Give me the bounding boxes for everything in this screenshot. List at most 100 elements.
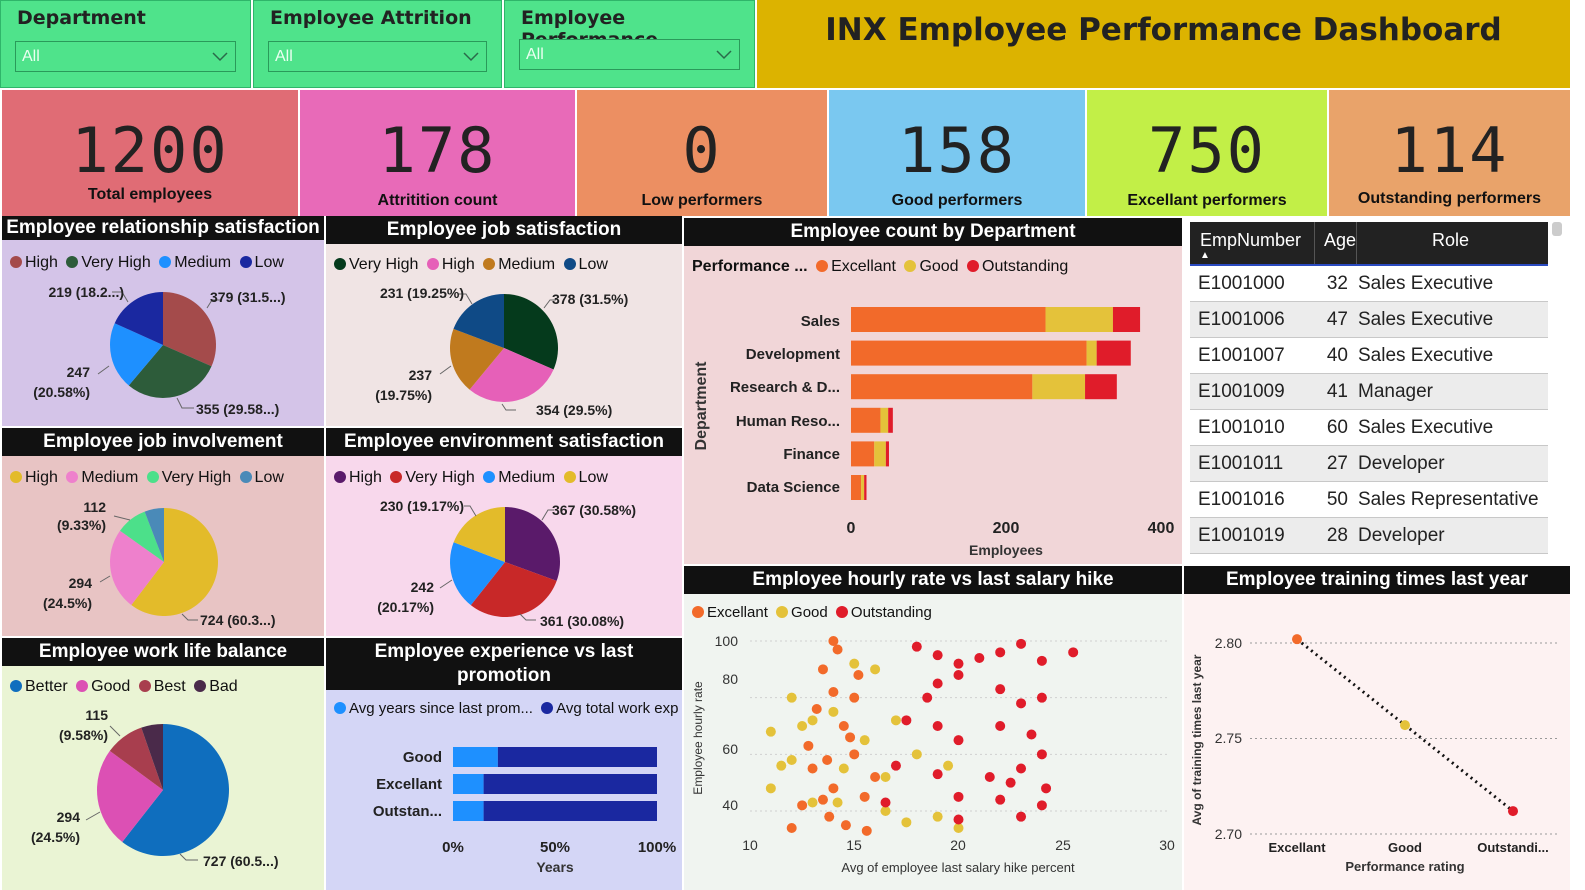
scatter-point[interactable] — [1005, 777, 1016, 788]
bar-segment[interactable] — [1085, 374, 1117, 400]
scatter-point[interactable] — [828, 687, 839, 697]
bar-segment[interactable] — [851, 307, 1046, 332]
column-header-role[interactable]: Role — [1432, 230, 1469, 251]
scatter-point[interactable] — [1036, 749, 1047, 760]
scatter-point[interactable] — [797, 800, 808, 811]
bar-segment[interactable] — [453, 774, 484, 794]
scatter-point[interactable] — [901, 817, 912, 828]
scatter-point[interactable] — [1036, 655, 1047, 666]
scatter-point[interactable] — [1041, 783, 1052, 794]
scatter-point[interactable] — [1016, 763, 1027, 774]
table-row[interactable]: E1001000 32 Sales Executive — [1190, 266, 1548, 302]
scatter-point[interactable] — [911, 641, 922, 652]
table-scrollbar[interactable] — [1552, 222, 1562, 236]
attrition-dropdown[interactable]: All — [268, 41, 487, 72]
scatter-point[interactable] — [822, 755, 833, 765]
scatter-point[interactable] — [838, 763, 849, 774]
scatter-point[interactable] — [817, 664, 828, 675]
bar-segment[interactable] — [851, 441, 875, 467]
scatter-point[interactable] — [1036, 692, 1047, 703]
scatter-point[interactable] — [859, 735, 870, 746]
scatter-point[interactable] — [953, 658, 964, 669]
bar-segment[interactable] — [497, 747, 657, 767]
scatter-point[interactable] — [807, 763, 818, 774]
bar-segment[interactable] — [1032, 374, 1086, 400]
scatter-point[interactable] — [838, 721, 849, 731]
scatter-point[interactable] — [832, 797, 843, 808]
scatter-point[interactable] — [932, 678, 943, 689]
bar-segment[interactable] — [483, 801, 657, 821]
bar-segment[interactable] — [1086, 340, 1097, 366]
scatter-point[interactable] — [849, 692, 860, 703]
scatter-point[interactable] — [811, 704, 822, 714]
scatter-point[interactable] — [817, 794, 828, 805]
scatter-point[interactable] — [890, 715, 901, 726]
scatter-point[interactable] — [1036, 800, 1047, 811]
scatter-point[interactable] — [1016, 638, 1027, 649]
scatter-point[interactable] — [765, 726, 776, 737]
bar-segment[interactable] — [1112, 307, 1141, 332]
scatter-point[interactable] — [932, 650, 943, 661]
scatter-point[interactable] — [880, 772, 891, 782]
scatter-point[interactable] — [803, 740, 814, 751]
scatter-point[interactable] — [911, 749, 922, 760]
bar-segment[interactable] — [1045, 307, 1113, 332]
scatter-point[interactable] — [807, 797, 818, 808]
line-point[interactable] — [1400, 720, 1410, 731]
scatter-point[interactable] — [995, 647, 1006, 658]
bar-segment[interactable] — [880, 407, 889, 433]
bar-segment[interactable] — [851, 475, 862, 500]
scatter-point[interactable] — [890, 760, 901, 771]
scatter-point[interactable] — [786, 755, 797, 765]
table-row[interactable]: E1001010 60 Sales Executive — [1190, 410, 1548, 446]
scatter-point[interactable] — [840, 820, 851, 831]
scatter-point[interactable] — [995, 794, 1006, 805]
scatter-point[interactable] — [901, 715, 912, 726]
scatter-point[interactable] — [974, 653, 985, 663]
scatter-point[interactable] — [932, 721, 943, 731]
scatter-point[interactable] — [922, 692, 933, 703]
line-point[interactable] — [1508, 806, 1518, 817]
scatter-point[interactable] — [953, 735, 964, 746]
scatter-point[interactable] — [1016, 698, 1027, 709]
bar-segment[interactable] — [1096, 340, 1131, 366]
scatter-point[interactable] — [995, 721, 1006, 731]
bar-segment[interactable] — [874, 441, 886, 467]
bar-segment[interactable] — [861, 475, 865, 500]
scatter-point[interactable] — [776, 760, 787, 771]
scatter-point[interactable] — [828, 636, 839, 646]
scatter-point[interactable] — [1068, 647, 1079, 658]
scatter-point[interactable] — [824, 811, 835, 822]
bar-segment[interactable] — [483, 774, 657, 794]
scatter-point[interactable] — [786, 692, 797, 703]
scatter-point[interactable] — [845, 732, 856, 743]
bar-segment[interactable] — [851, 340, 1087, 366]
department-dropdown[interactable]: All — [15, 41, 236, 72]
table-row[interactable]: E1001019 28 Developer — [1190, 518, 1548, 554]
bar-segment[interactable] — [851, 407, 881, 433]
scatter-point[interactable] — [995, 684, 1006, 695]
bar-segment[interactable] — [453, 747, 498, 767]
scatter-point[interactable] — [828, 706, 839, 717]
table-row[interactable]: E1001009 41 Manager — [1190, 374, 1548, 410]
scatter-point[interactable] — [932, 769, 943, 780]
scatter-point[interactable] — [853, 670, 864, 680]
bar-segment[interactable] — [851, 374, 1033, 400]
scatter-point[interactable] — [828, 783, 839, 794]
scatter-point[interactable] — [861, 825, 872, 836]
table-row[interactable]: E1001011 27 Developer — [1190, 446, 1548, 482]
scatter-point[interactable] — [849, 749, 860, 760]
scatter-point[interactable] — [859, 791, 870, 802]
scatter-point[interactable] — [880, 797, 891, 808]
table-row[interactable]: E1001016 50 Sales Representative — [1190, 482, 1548, 518]
scatter-point[interactable] — [807, 715, 818, 726]
scatter-point[interactable] — [932, 811, 943, 822]
line-point[interactable] — [1292, 634, 1302, 645]
table-row[interactable]: E1001006 47 Sales Executive — [1190, 302, 1548, 338]
table-row[interactable]: E1001007 40 Sales Executive — [1190, 338, 1548, 374]
scatter-point[interactable] — [765, 783, 776, 794]
bar-segment[interactable] — [864, 475, 867, 500]
scatter-point[interactable] — [870, 772, 881, 782]
scatter-point[interactable] — [1026, 729, 1037, 740]
scatter-point[interactable] — [849, 658, 860, 669]
